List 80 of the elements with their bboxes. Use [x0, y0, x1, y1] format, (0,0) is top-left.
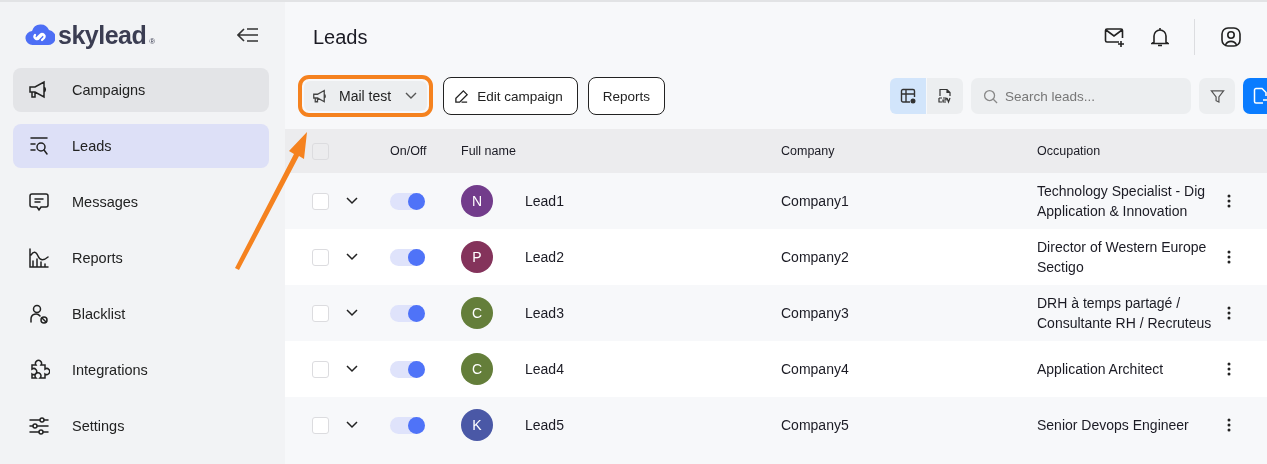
- toggle-switch[interactable]: [390, 360, 425, 378]
- user-icon[interactable]: [1220, 26, 1242, 48]
- sidebar-item[interactable]: Settings: [13, 404, 269, 448]
- logo-text: skylead: [58, 20, 147, 50]
- table-view-button[interactable]: [890, 78, 926, 114]
- avatar: C: [461, 353, 493, 385]
- occupation-text: Senior Devops Engineer: [1037, 416, 1190, 435]
- more-options-icon[interactable]: [1227, 250, 1231, 264]
- sidebar-item[interactable]: Messages: [13, 180, 269, 224]
- page-title: Leads: [313, 25, 368, 49]
- occupation-text: DRH à temps partagé / Consultante RH / Recruteus: [1037, 294, 1213, 333]
- csv-file-icon: [938, 88, 952, 104]
- row-checkbox[interactable]: [312, 304, 329, 322]
- sidebar-item[interactable]: Reports: [13, 236, 269, 280]
- company-name: Company3: [781, 305, 850, 321]
- edit-campaign-button[interactable]: Edit campaign: [443, 77, 578, 115]
- search-icon: [983, 89, 998, 104]
- column-header: Full name: [461, 144, 517, 158]
- more-options-icon[interactable]: [1227, 306, 1231, 320]
- lead-name: Lead4: [525, 361, 565, 377]
- blocked-user-icon: [28, 303, 50, 325]
- row-checkbox[interactable]: [312, 248, 329, 266]
- avatar: N: [461, 185, 493, 217]
- toggle-switch[interactable]: [390, 304, 425, 322]
- company-name: Company2: [781, 249, 850, 265]
- megaphone-icon: [312, 88, 329, 104]
- column-header: On/Off: [390, 144, 428, 158]
- chart-icon: [28, 247, 50, 269]
- sidebar-item[interactable]: Integrations: [13, 348, 269, 392]
- reports-button[interactable]: Reports: [587, 77, 665, 115]
- sidebar-item[interactable]: Campaigns: [13, 68, 269, 112]
- more-options-icon[interactable]: [1227, 194, 1231, 208]
- csv-view-button[interactable]: [927, 78, 963, 114]
- toggle-switch[interactable]: [390, 416, 425, 434]
- mail-plus-icon[interactable]: [1104, 27, 1126, 47]
- lead-name: Lead1: [525, 193, 565, 209]
- message-icon: [28, 191, 50, 213]
- list-search-icon: [28, 135, 50, 157]
- expand-chevron-icon[interactable]: [346, 365, 358, 373]
- collapse-sidebar-icon[interactable]: [237, 27, 259, 43]
- occupation-text: Application Architect: [1037, 360, 1165, 379]
- row-checkbox[interactable]: [312, 416, 329, 434]
- occupation-text: Technology Specialist - Dig Application & Innovation: [1037, 182, 1207, 221]
- avatar: K: [461, 409, 493, 441]
- avatar: P: [461, 241, 493, 273]
- sidebar-item[interactable]: Blacklist: [13, 292, 269, 336]
- chevron-down-icon: [405, 92, 418, 100]
- company-name: Company1: [781, 193, 850, 209]
- sliders-icon: [28, 415, 50, 437]
- expand-chevron-icon[interactable]: [346, 197, 358, 205]
- column-header: Company: [781, 144, 836, 158]
- more-options-icon[interactable]: [1227, 362, 1231, 376]
- lead-name: Lead2: [525, 249, 565, 265]
- lead-name: Lead3: [525, 305, 565, 321]
- expand-chevron-icon[interactable]: [346, 253, 358, 261]
- table-settings-icon: [900, 88, 916, 104]
- pencil-icon: [454, 88, 470, 104]
- puzzle-icon: [28, 359, 50, 381]
- filter-icon: [1209, 88, 1225, 104]
- file-export-icon: [1253, 87, 1267, 105]
- occupation-text: Director of Western Europe Sectigo: [1037, 238, 1208, 277]
- avatar: C: [461, 297, 493, 329]
- bell-icon[interactable]: [1151, 27, 1169, 47]
- row-checkbox[interactable]: [312, 192, 329, 210]
- filter-button[interactable]: [1199, 78, 1235, 114]
- more-options-icon[interactable]: [1227, 418, 1231, 432]
- column-header: Occupation: [1037, 144, 1102, 158]
- toggle-switch[interactable]: [390, 192, 425, 210]
- toggle-switch[interactable]: [390, 248, 425, 266]
- expand-chevron-icon[interactable]: [346, 309, 358, 317]
- expand-chevron-icon[interactable]: [346, 421, 358, 429]
- row-checkbox[interactable]: [312, 360, 329, 378]
- lead-name: Lead5: [525, 417, 565, 433]
- cloud-logo-icon: [25, 22, 55, 48]
- sidebar-item[interactable]: Leads: [13, 124, 269, 168]
- registered-mark: ®: [149, 36, 156, 46]
- company-name: Company4: [781, 361, 850, 377]
- company-name: Company5: [781, 417, 850, 433]
- campaign-select[interactable]: Mail test: [304, 81, 428, 111]
- search-field[interactable]: Search leads...: [971, 78, 1191, 114]
